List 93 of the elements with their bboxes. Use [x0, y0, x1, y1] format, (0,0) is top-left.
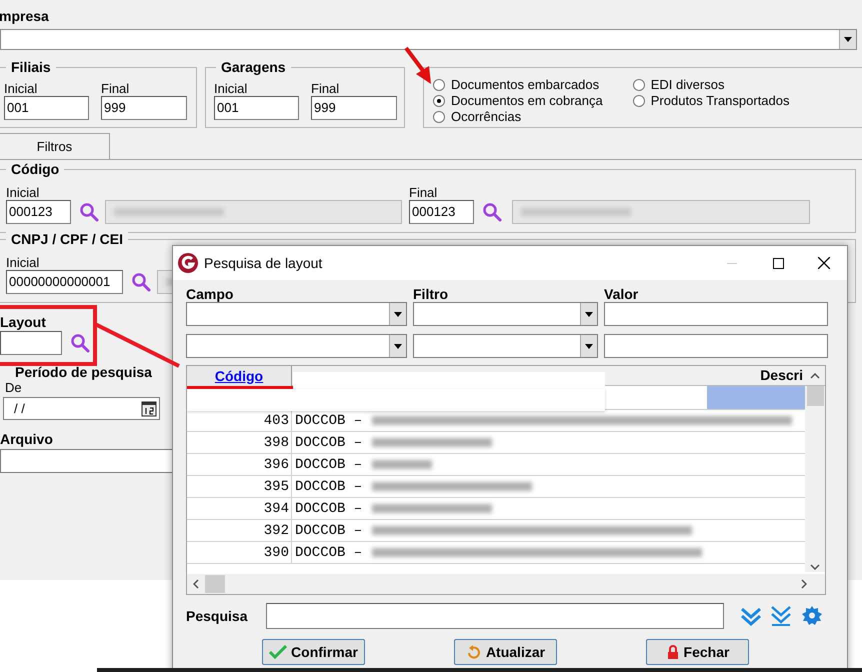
scroll-down-icon[interactable]	[810, 564, 820, 570]
table-cell: 398	[187, 432, 292, 453]
table-cell-text: DOCCOB –	[295, 412, 362, 430]
dropdown[interactable]	[186, 302, 407, 326]
group-title: Filiais	[6, 59, 56, 75]
radio-button[interactable]	[632, 79, 645, 91]
field-label: mpresa	[0, 8, 49, 24]
radio-label: EDI diversos	[650, 76, 724, 94]
field-label: Final	[311, 82, 340, 96]
radio-label: Documentos embarcados	[451, 76, 600, 94]
settings-icon[interactable]	[802, 606, 822, 626]
input-field[interactable]: 00000000000001	[6, 270, 123, 294]
column-header[interactable]: Código	[187, 366, 292, 386]
refresh-icon	[466, 645, 482, 659]
scroll-thumb[interactable]	[205, 575, 225, 593]
field-label: Período de pesquisa	[15, 365, 152, 379]
field-label: Campo	[186, 286, 234, 302]
table-cell-text: DOCCOB –	[295, 500, 362, 518]
input-field[interactable]: 999	[311, 96, 397, 120]
caret-icon	[585, 312, 593, 316]
close-icon	[818, 257, 830, 269]
calendar-icon[interactable]	[141, 400, 157, 416]
table-cell-text: DOCCOB –	[295, 478, 362, 496]
chevron-down-bar-icon[interactable]	[770, 605, 792, 627]
field-label: Inicial	[6, 256, 40, 270]
radio-label: Documentos em cobrança	[451, 92, 603, 110]
table-cell: 392	[187, 520, 292, 541]
search-icon[interactable]	[131, 272, 151, 292]
field-label: Layout	[0, 315, 46, 329]
caret-icon	[585, 344, 593, 348]
caret-icon	[844, 37, 852, 42]
scroll-right-icon[interactable]	[801, 579, 807, 589]
radio-button[interactable]	[433, 79, 445, 91]
input-field[interactable]	[0, 331, 62, 355]
search-icon[interactable]	[482, 202, 502, 222]
field-label: Pesquisa	[186, 606, 249, 626]
caret-icon	[394, 344, 402, 348]
scroll-thumb[interactable]	[806, 386, 824, 406]
search-field[interactable]	[266, 603, 724, 629]
value-field[interactable]	[604, 302, 828, 326]
field-label: Filtro	[413, 286, 449, 302]
input-field[interactable]: 999	[101, 96, 187, 120]
search-icon[interactable]	[70, 333, 90, 353]
scroll-up-icon[interactable]	[810, 372, 820, 378]
radio-button[interactable]	[632, 95, 645, 107]
field-label: De	[5, 381, 22, 395]
table-cell-text: DOCCOB –	[295, 434, 362, 452]
group-title: Código	[6, 161, 64, 177]
dropdown[interactable]	[413, 334, 598, 358]
dialog-button[interactable]: Atualizar	[454, 639, 557, 665]
dropdown[interactable]	[413, 302, 598, 326]
window-title: Pesquisa de layout	[204, 254, 322, 273]
field-label: Inicial	[6, 186, 40, 200]
table-cell: 394	[187, 498, 292, 519]
input-field[interactable]: 001	[4, 96, 89, 120]
input-field[interactable]: 001	[214, 96, 299, 120]
arrow-drawing	[402, 46, 431, 84]
check-icon	[269, 645, 288, 659]
dropdown[interactable]	[186, 334, 407, 358]
date-field[interactable]: / /	[3, 397, 160, 420]
tab[interactable]: Filtros	[0, 133, 110, 160]
value-field[interactable]	[604, 334, 828, 358]
table-cell: 396	[187, 454, 292, 475]
field-label: Inicial	[4, 82, 38, 96]
dialog-button[interactable]: Confirmar	[262, 639, 365, 665]
group-title: CNPJ / CPF / CEI	[6, 231, 128, 247]
group-title: Garagens	[216, 59, 291, 75]
lock-icon	[666, 645, 680, 659]
search-icon[interactable]	[79, 202, 99, 222]
blurred-text	[372, 460, 432, 469]
field-label: Valor	[604, 286, 638, 302]
app-logo-icon	[178, 253, 198, 273]
input-field[interactable]: 000123	[409, 200, 474, 224]
radio-button[interactable]	[433, 111, 445, 123]
table-cell-text: DOCCOB –	[295, 522, 362, 540]
table-cell: 395	[187, 476, 292, 497]
caret-icon	[394, 312, 402, 316]
table-cell: 390	[187, 542, 292, 563]
double-chevron-down-icon[interactable]	[740, 606, 762, 626]
table-cell-text: DOCCOB –	[295, 456, 362, 474]
column-header[interactable]: Descri	[760, 366, 805, 386]
scroll-left-icon[interactable]	[193, 579, 199, 589]
company-dropdown[interactable]	[0, 29, 857, 50]
dialog-button[interactable]: Fechar	[646, 639, 749, 665]
input-field[interactable]: 000123	[6, 200, 71, 224]
field-label: Arquivo	[0, 432, 53, 446]
radio-label: Produtos Transportados	[650, 92, 790, 110]
field-label: Final	[409, 186, 438, 200]
field-label: Inicial	[214, 82, 248, 96]
table-cell-text: DOCCOB –	[295, 544, 362, 562]
radio-label: Ocorrências	[451, 108, 522, 126]
radio-button[interactable]	[433, 95, 445, 107]
field-label: Final	[101, 82, 130, 96]
